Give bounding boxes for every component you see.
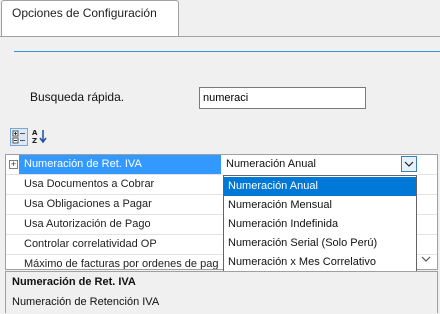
sort-alphabetical-icon: A Z xyxy=(32,129,47,145)
section-divider xyxy=(14,51,440,52)
svg-text:A: A xyxy=(32,129,38,137)
tab-opciones-configuracion[interactable]: Opciones de Configuración xyxy=(1,0,179,37)
chevron-down-icon xyxy=(404,161,414,167)
dropdown-option[interactable]: Numeración Mensual xyxy=(224,196,416,215)
categorized-icon xyxy=(12,130,25,144)
alphabetical-button[interactable]: A Z xyxy=(31,128,49,146)
row-label: Usa Autorización de Pago xyxy=(24,218,151,230)
tab-strip: Opciones de Configuración xyxy=(0,0,440,38)
chevron-down-icon xyxy=(421,256,431,262)
svg-text:Z: Z xyxy=(32,137,37,144)
combobox-value: Numeración Anual xyxy=(226,158,316,170)
categorized-button[interactable] xyxy=(10,128,28,146)
row-label: Máximo de facturas por ordenes de pag xyxy=(24,258,219,270)
dropdown-option[interactable]: Numeración x Mes Correlativo xyxy=(224,253,416,272)
dropdown-option[interactable]: Numeración Anual xyxy=(224,177,416,196)
description-text: Numeración de Retención IVA xyxy=(12,296,160,308)
row-label: Numeración de Ret. IVA xyxy=(19,155,223,174)
dropdown-option[interactable]: Numeración Serial (Solo Perú) xyxy=(224,234,416,253)
tab-label: Opciones de Configuración xyxy=(12,6,157,20)
options-dropdown-list: Numeración Anual Numeración Mensual Nume… xyxy=(223,175,417,272)
row-label: Usa Documentos a Cobrar xyxy=(24,178,155,190)
dropdown-option[interactable]: Numeración Indefinida xyxy=(224,215,416,234)
search-label: Busqueda rápida. xyxy=(30,90,125,104)
search-input[interactable] xyxy=(199,87,366,109)
row-label: Usa Obligaciones a Pagar xyxy=(24,198,152,210)
description-panel: Numeración de Ret. IVA Numeración de Ret… xyxy=(5,271,438,313)
expand-icon[interactable]: + xyxy=(9,160,18,169)
dropdown-button[interactable] xyxy=(401,156,417,172)
scroll-down-button[interactable] xyxy=(420,253,432,265)
description-title: Numeración de Ret. IVA xyxy=(12,276,136,288)
row-label: Controlar correlatividad OP xyxy=(24,238,157,250)
value-combobox[interactable]: Numeración Anual xyxy=(221,155,418,175)
